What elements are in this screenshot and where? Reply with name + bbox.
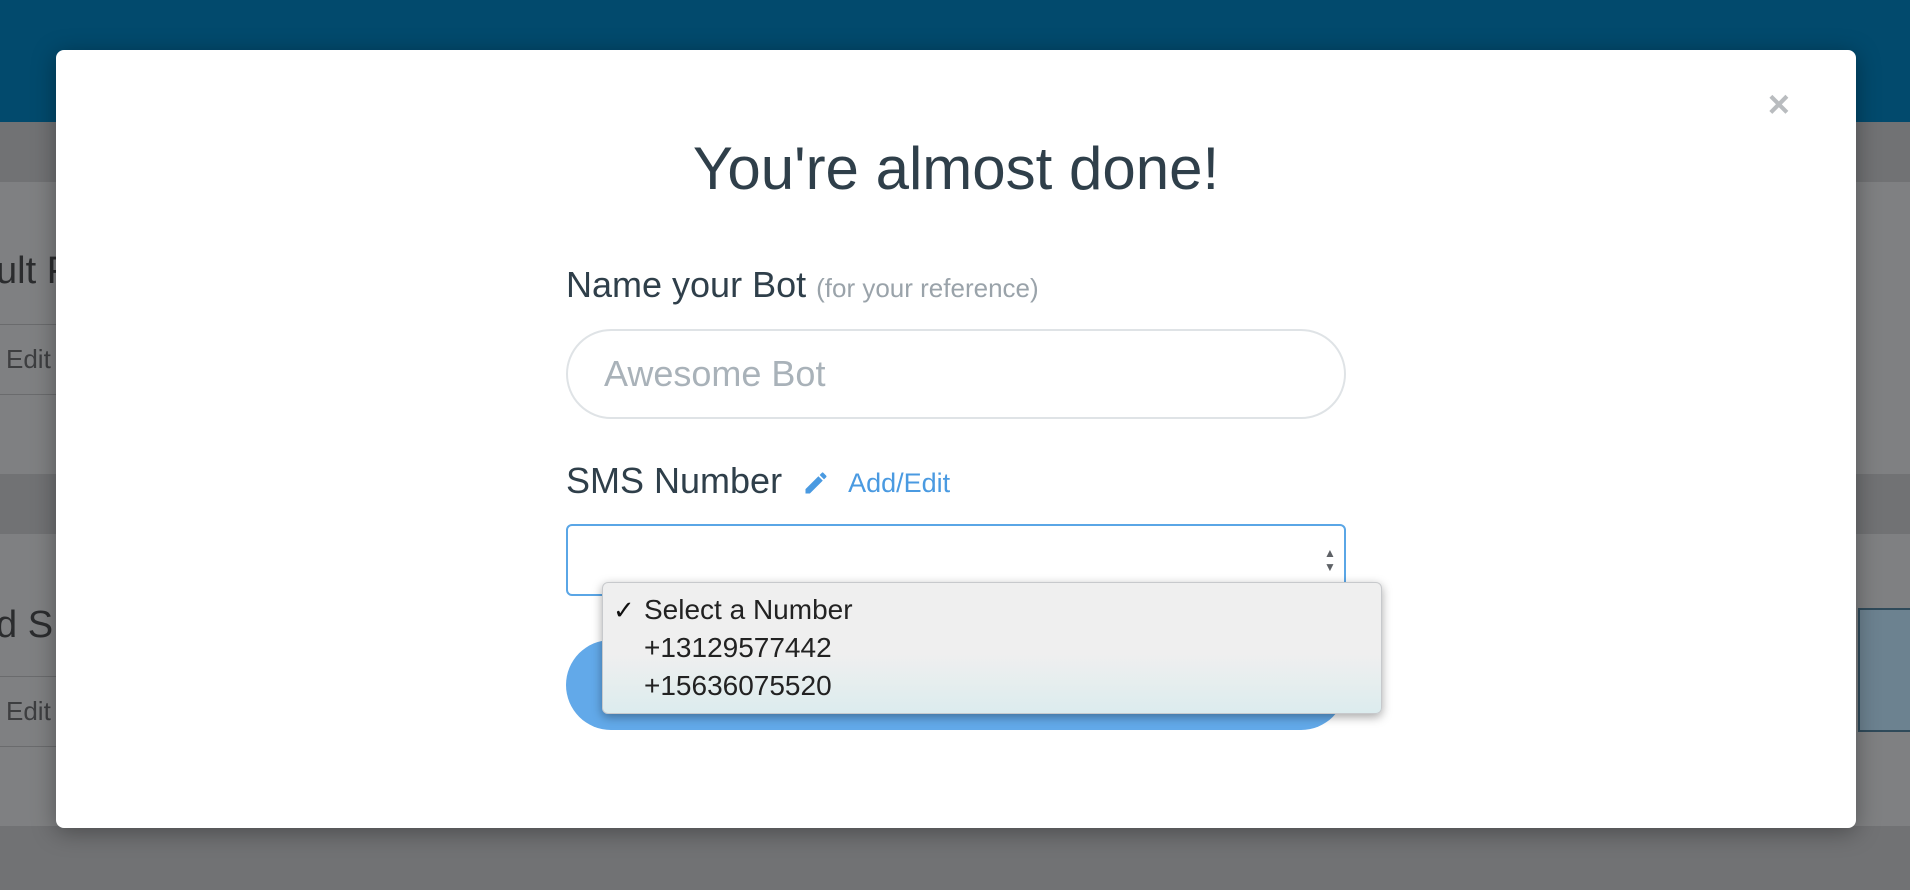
create-bot-modal: × You're almost done! Name your Bot (for… [56, 50, 1856, 828]
sms-number-label: SMS Number Add/Edit [566, 460, 950, 502]
bot-card-title: d SI [0, 604, 64, 646]
sms-number-label-text: SMS Number [566, 460, 783, 501]
add-edit-numbers-link[interactable]: Add/Edit [848, 468, 950, 498]
checkmark-icon: ✓ [613, 595, 635, 625]
dropdown-option-label: +15636075520 [644, 670, 832, 701]
bot-name-label-text: Name your Bot [566, 264, 807, 305]
dropdown-option[interactable]: +15636075520 [603, 667, 1381, 705]
bot-name-label: Name your Bot (for your reference) [566, 264, 1039, 306]
select-arrows-icon: ▲ ▼ [1324, 546, 1336, 574]
edit-link[interactable]: Edit [6, 696, 51, 727]
bot-name-hint: (for your reference) [816, 273, 1039, 303]
edit-link[interactable]: Edit [6, 344, 51, 375]
section-divider [0, 826, 1910, 890]
modal-title: You're almost done! [692, 135, 1220, 202]
side-panel [1858, 608, 1910, 732]
close-icon[interactable]: × [1768, 86, 1790, 124]
pencil-icon[interactable] [802, 469, 830, 497]
dropdown-option-label: +13129577442 [644, 632, 832, 663]
sms-number-dropdown: ✓ Select a Number +13129577442 +15636075… [602, 582, 1382, 714]
dropdown-option-label: Select a Number [644, 594, 853, 625]
dropdown-option[interactable]: +13129577442 [603, 629, 1381, 667]
bot-name-input[interactable] [566, 329, 1346, 419]
dropdown-option[interactable]: ✓ Select a Number [603, 591, 1381, 629]
